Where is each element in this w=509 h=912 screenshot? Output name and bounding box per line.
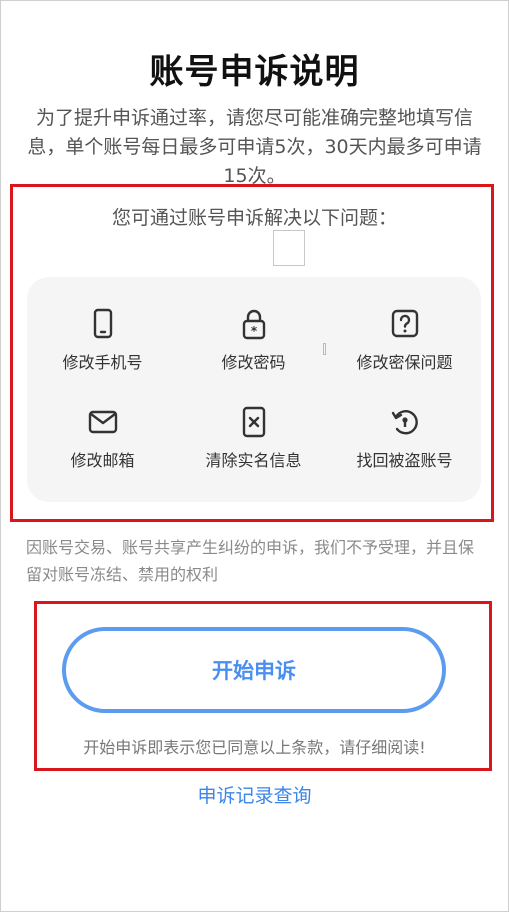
problems-panel: 修改手机号 * 修改密码 修改密保问题 修改邮箱 清除实名信息 找回被盗账号 xyxy=(27,277,481,502)
problem-item-clear-realname[interactable]: 清除实名信息 xyxy=(178,405,329,471)
agreement-text: 开始申诉即表示您已同意以上条款，请仔细阅读! xyxy=(83,738,426,757)
intro-text: 为了提升申诉通过率，请您尽可能准确完整地填写信息，单个账号每日最多可申请5次，3… xyxy=(27,107,482,187)
problem-item-change-security-question[interactable]: 修改密保问题 xyxy=(329,307,480,373)
problems-subtitle: 您可通过账号申诉解决以下问题： xyxy=(111,207,397,229)
problem-item-recover-account[interactable]: 找回被盗账号 xyxy=(329,405,480,471)
appeal-record-link[interactable]: 申诉记录查询 xyxy=(0,781,509,808)
disclaimer-notice: 因账号交易、账号共享产生纠纷的申诉，我们不予受理，并且保留对账号冻结、禁用的权利 xyxy=(26,538,475,584)
problem-item-change-phone[interactable]: 修改手机号 xyxy=(27,307,178,373)
lock-icon: * xyxy=(242,309,265,340)
problem-label: 修改密保问题 xyxy=(356,353,453,372)
start-appeal-button[interactable]: 开始申诉 xyxy=(62,627,446,713)
problem-item-change-password[interactable]: * 修改密码 xyxy=(178,307,329,373)
mail-icon xyxy=(88,410,117,434)
problem-label: 修改邮箱 xyxy=(70,451,135,470)
page-title: 账号申诉说明 xyxy=(149,52,360,92)
question-icon xyxy=(391,309,418,338)
problem-label: 找回被盗账号 xyxy=(356,451,453,470)
problem-label: 修改密码 xyxy=(221,353,286,372)
problem-label: 修改手机号 xyxy=(62,353,143,372)
problem-item-change-email[interactable]: 修改邮箱 xyxy=(27,405,178,471)
svg-text:*: * xyxy=(250,324,257,338)
text-cursor-box xyxy=(273,230,305,266)
id-clear-icon xyxy=(242,406,265,438)
ui-artifact xyxy=(323,343,326,355)
problem-label: 清除实名信息 xyxy=(205,451,302,470)
phone-icon xyxy=(93,308,112,339)
recover-icon xyxy=(391,410,418,435)
